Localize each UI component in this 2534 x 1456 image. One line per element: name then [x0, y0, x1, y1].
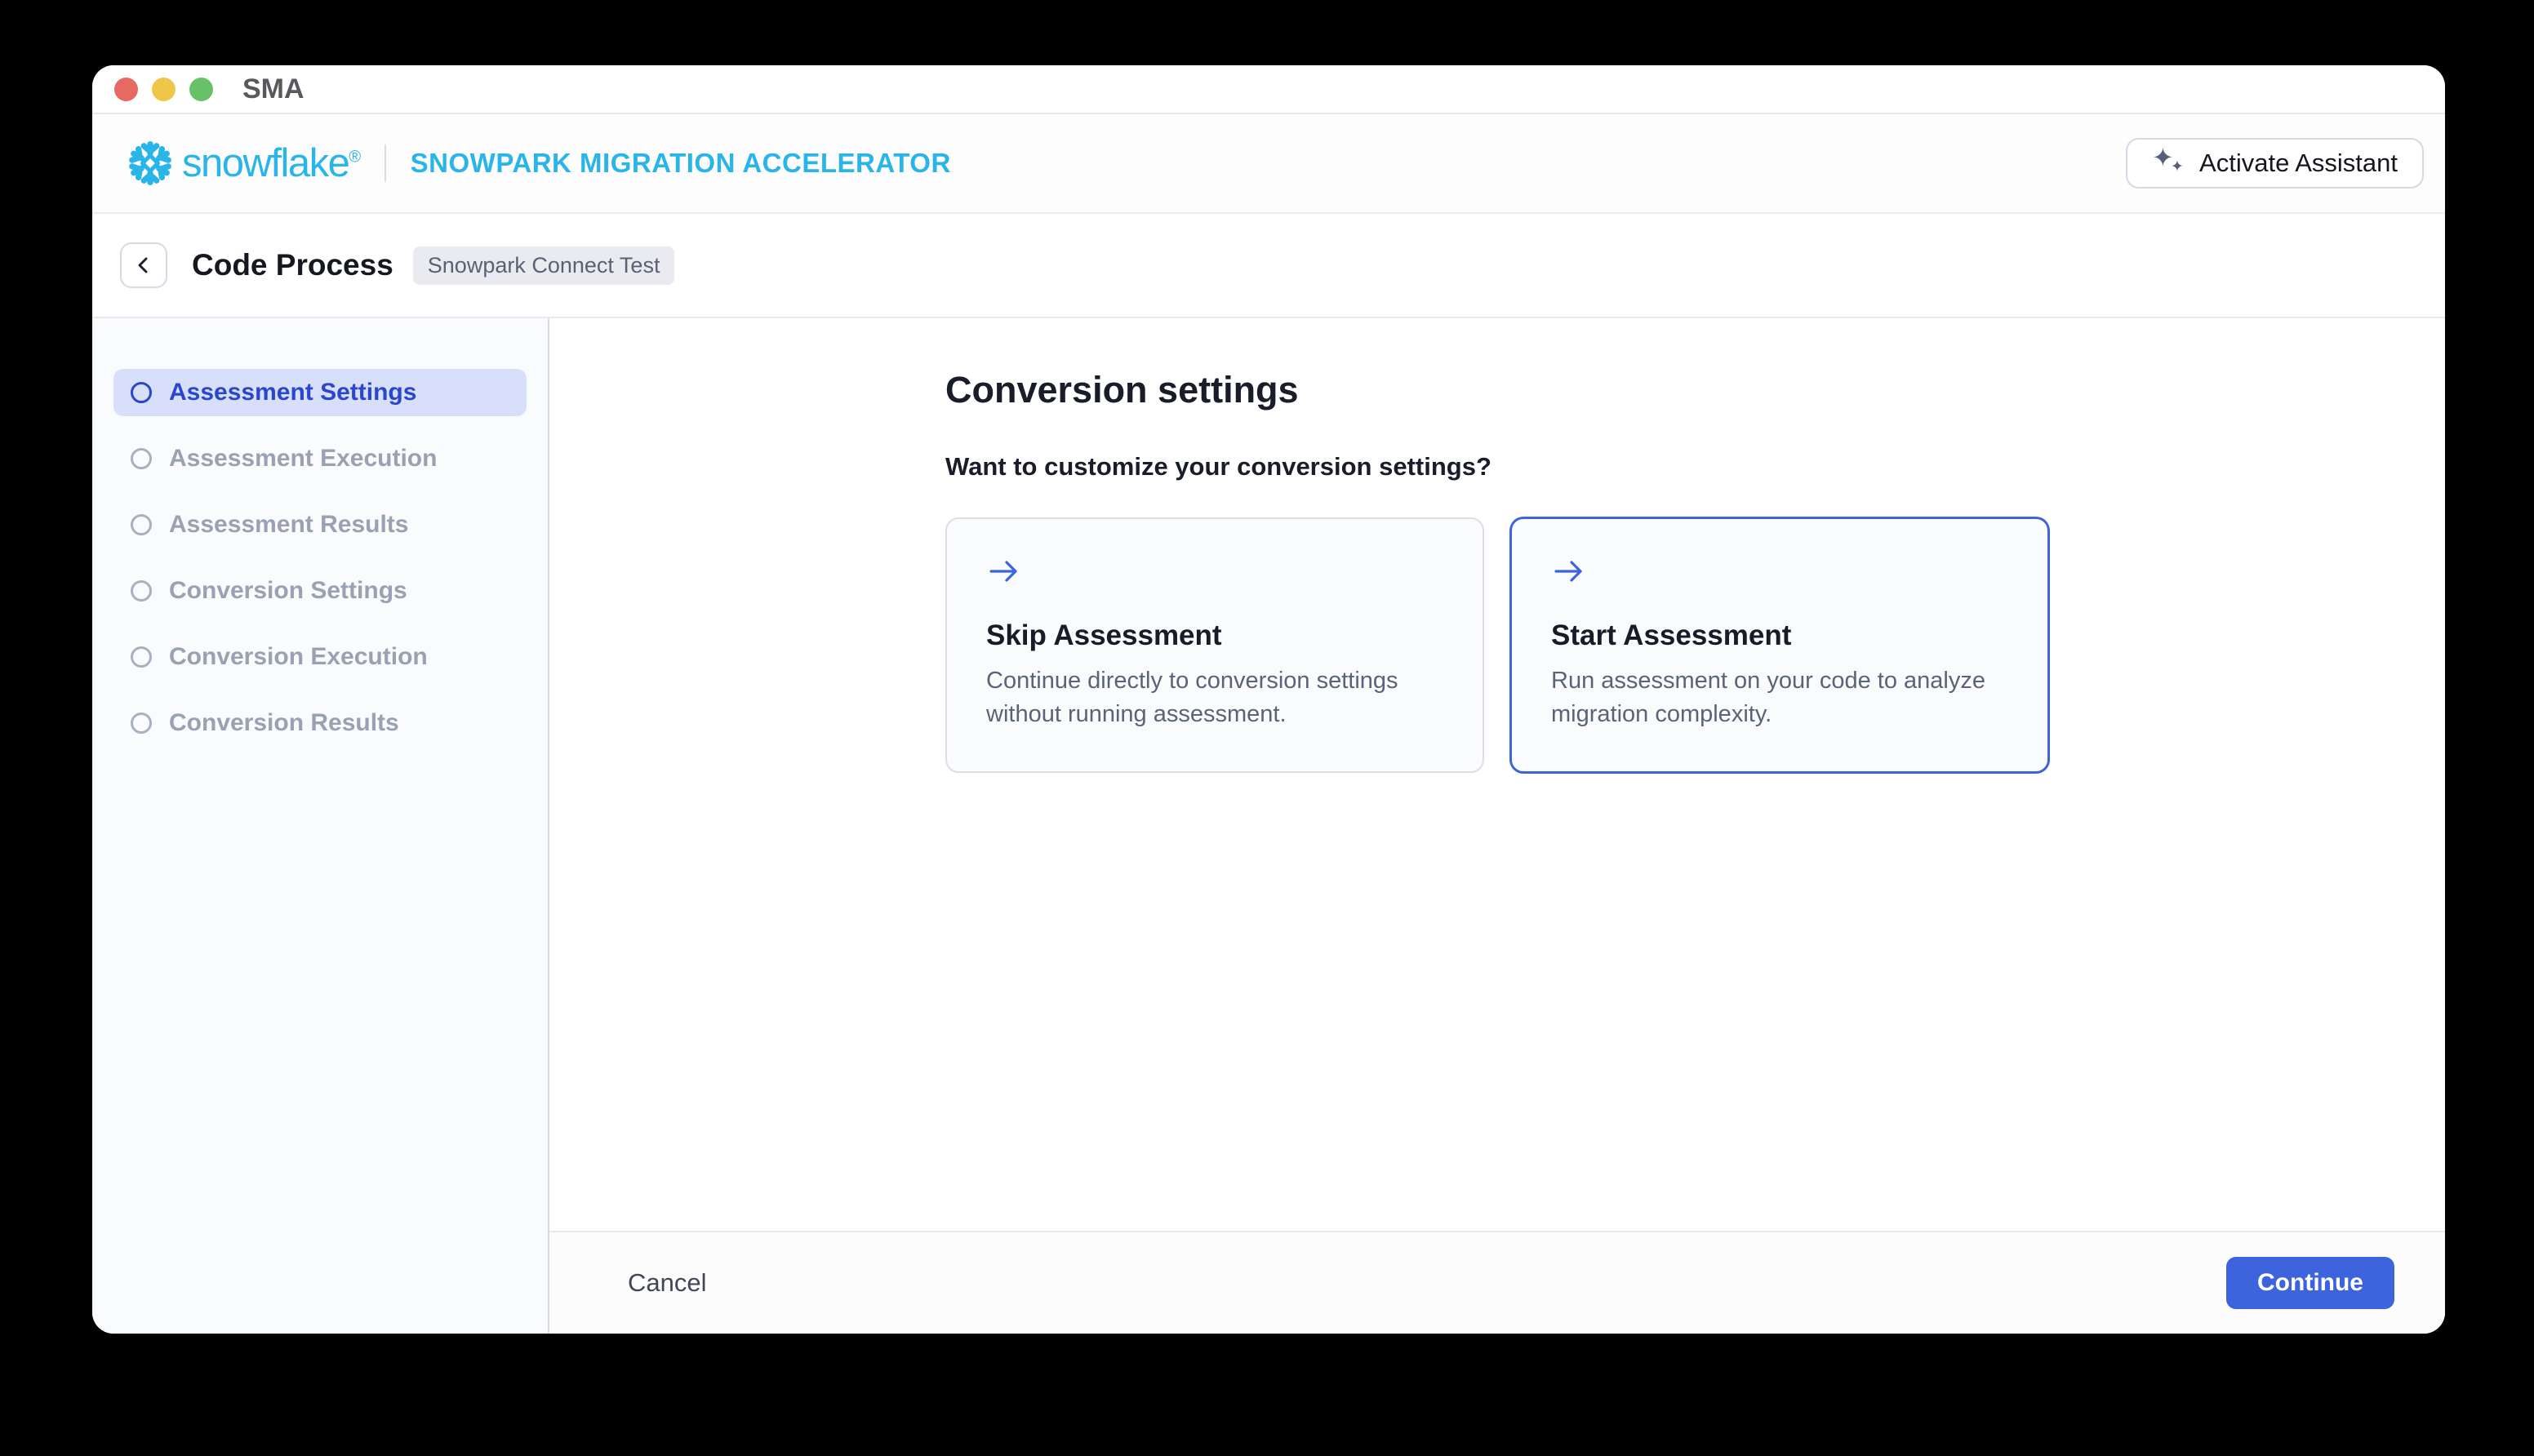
radio-circle-icon [131, 712, 152, 734]
zoom-window-button[interactable] [189, 78, 213, 101]
card-description: Continue directly to conversion settings… [986, 664, 1443, 730]
cancel-button[interactable]: Cancel [628, 1268, 707, 1298]
radio-circle-icon [131, 646, 152, 668]
radio-circle-icon [131, 580, 152, 601]
sidebar-item-label: Assessment Results [169, 511, 408, 539]
main-content: Conversion settings Want to customize yo… [549, 318, 2445, 1231]
card-title: Start Assessment [1551, 619, 2008, 652]
header-divider [385, 144, 386, 182]
window-title: SMA [242, 73, 305, 105]
snowflake-logo: snowflake® [127, 140, 360, 187]
traffic-lights [114, 78, 213, 101]
sidebar-item-assessment-settings[interactable]: Assessment Settings [113, 369, 527, 416]
footer-bar: Cancel Continue [549, 1231, 2445, 1334]
project-name-badge: Snowpark Connect Test [413, 246, 675, 285]
radio-circle-icon [131, 514, 152, 535]
snowflake-wordmark: snowflake® [182, 140, 360, 186]
sidebar-item-label: Conversion Results [169, 709, 399, 737]
back-button[interactable] [120, 242, 167, 288]
sidebar-item-label: Conversion Execution [169, 643, 428, 671]
card-description: Run assessment on your code to analyze m… [1551, 664, 2008, 730]
product-name: SNOWPARK MIGRATION ACCELERATOR [411, 148, 951, 179]
card-title: Skip Assessment [986, 619, 1443, 652]
chevron-left-icon [131, 253, 156, 277]
app-header: snowflake® SNOWPARK MIGRATION ACCELERATO… [92, 114, 2445, 214]
app-window: SMA snowflake® SNOWPARK MIGRATION ACCELE… [92, 65, 2445, 1334]
snowflake-icon [127, 140, 174, 187]
sidebar-item-conversion-execution[interactable]: Conversion Execution [113, 633, 527, 681]
sidebar-item-assessment-results[interactable]: Assessment Results [113, 501, 527, 548]
radio-circle-icon [131, 382, 152, 403]
page-title: Code Process [192, 248, 393, 282]
continue-button[interactable]: Continue [2226, 1257, 2394, 1309]
sidebar-item-assessment-execution[interactable]: Assessment Execution [113, 435, 527, 482]
page-heading: Conversion settings [945, 369, 2049, 411]
arrow-right-icon [1551, 557, 1587, 586]
steps-sidebar: Assessment Settings Assessment Execution… [92, 318, 549, 1334]
start-assessment-card[interactable]: Start Assessment Run assessment on your … [1510, 517, 2049, 773]
sidebar-item-conversion-results[interactable]: Conversion Results [113, 699, 527, 747]
sparkles-icon: ✦ ✦ [2152, 147, 2185, 180]
radio-circle-icon [131, 448, 152, 469]
body-row: Assessment Settings Assessment Execution… [92, 318, 2445, 1334]
close-window-button[interactable] [114, 78, 138, 101]
option-cards: Skip Assessment Continue directly to con… [945, 517, 2049, 773]
titlebar: SMA [92, 65, 2445, 114]
sidebar-item-label: Assessment Settings [169, 379, 416, 406]
question-text: Want to customize your conversion settin… [945, 452, 2049, 482]
sidebar-item-label: Assessment Execution [169, 445, 437, 473]
main-panel: Conversion settings Want to customize yo… [549, 318, 2445, 1334]
sidebar-item-label: Conversion Settings [169, 577, 407, 605]
minimize-window-button[interactable] [152, 78, 176, 101]
sidebar-item-conversion-settings[interactable]: Conversion Settings [113, 567, 527, 615]
activate-assistant-label: Activate Assistant [2199, 149, 2398, 178]
arrow-right-icon [986, 557, 1022, 586]
skip-assessment-card[interactable]: Skip Assessment Continue directly to con… [945, 517, 1484, 773]
activate-assistant-button[interactable]: ✦ ✦ Activate Assistant [2126, 138, 2424, 189]
page-header: Code Process Snowpark Connect Test [92, 214, 2445, 318]
